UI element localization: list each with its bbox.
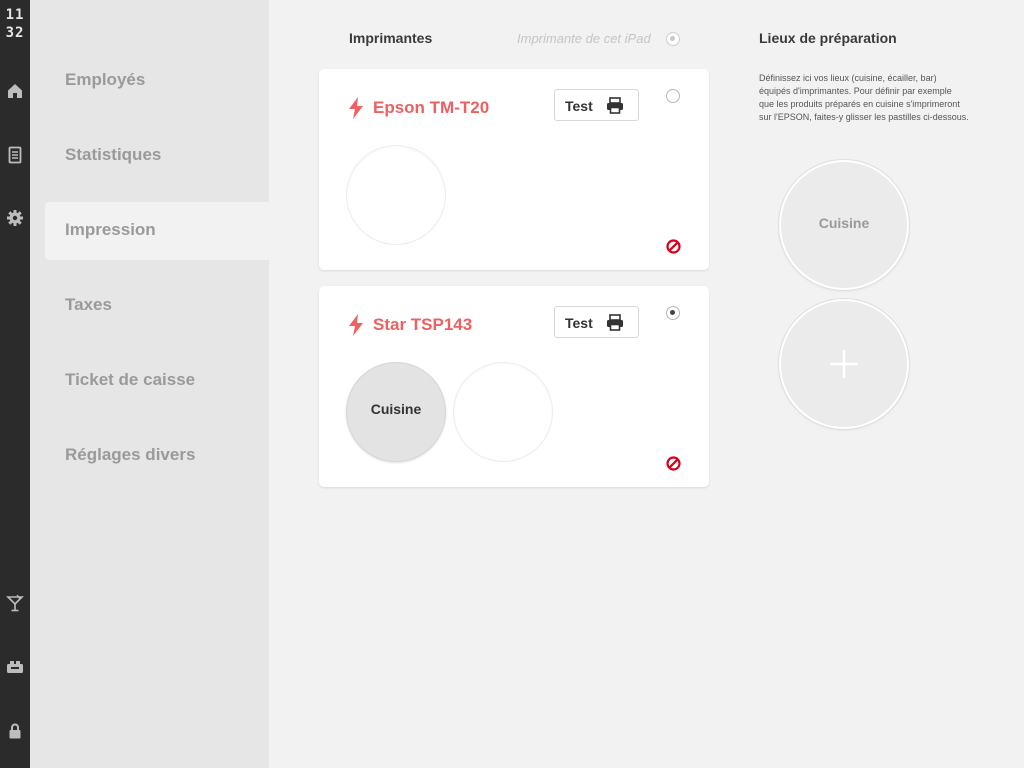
ipad-printer-label: Imprimante de cet iPad (517, 31, 651, 46)
lock-icon[interactable] (5, 721, 25, 741)
document-icon[interactable] (5, 145, 25, 165)
printer-name: Star TSP143 (373, 315, 473, 334)
location-puck-label: Cuisine (370, 401, 422, 417)
gear-icon[interactable] (5, 208, 25, 228)
clock: 11 32 (0, 6, 30, 42)
test-button-label: Test (565, 315, 593, 331)
main-content: Imprimantes Imprimante de cet iPad Epson… (269, 0, 1024, 768)
lightning-icon (347, 314, 365, 336)
printer-name: Epson TM-T20 (373, 98, 490, 117)
printer-card-epson: Epson TM-T20 Test (319, 69, 709, 270)
menu-item-taxes[interactable]: Taxes (65, 295, 112, 315)
cash-register-icon[interactable] (5, 657, 25, 677)
settings-menu: Employés Statistiques Impression Taxes T… (30, 0, 269, 768)
printers-title: Imprimantes (349, 30, 433, 46)
printer-icon (606, 314, 624, 331)
clock-hours: 11 (5, 7, 25, 23)
test-print-button[interactable]: Test (554, 89, 639, 121)
empty-location-slot[interactable] (346, 145, 446, 245)
empty-location-slot[interactable] (453, 362, 553, 462)
home-icon[interactable] (5, 81, 25, 101)
menu-item-statistiques[interactable]: Statistiques (65, 145, 161, 165)
menu-item-ticket-de-caisse[interactable]: Ticket de caisse (65, 370, 195, 390)
delete-printer-icon[interactable] (666, 239, 681, 254)
test-button-label: Test (565, 98, 593, 114)
printer-card-star: Star TSP143 Test Cuisine (319, 286, 709, 487)
menu-item-impression[interactable]: Impression (65, 220, 156, 240)
prep-location-label: Cuisine (818, 215, 870, 231)
menu-item-reglages-divers[interactable]: Réglages divers (65, 445, 195, 465)
printer-icon (606, 97, 624, 114)
cocktail-icon[interactable] (5, 593, 25, 613)
default-printer-radio[interactable] (666, 89, 680, 103)
default-printer-radio[interactable] (666, 306, 680, 320)
app-rail: 11 32 (0, 0, 30, 768)
prep-location-cuisine[interactable]: Cuisine (779, 160, 909, 290)
lightning-icon (347, 97, 365, 119)
add-location-button[interactable] (779, 299, 909, 429)
menu-item-employes[interactable]: Employés (65, 70, 145, 90)
clock-minutes: 32 (5, 25, 25, 41)
test-print-button[interactable]: Test (554, 306, 639, 338)
ipad-printer-radio[interactable] (666, 32, 680, 46)
prep-locations-description: Définissez ici vos lieux (cuisine, écail… (759, 73, 969, 122)
plus-icon (828, 348, 860, 380)
delete-printer-icon[interactable] (666, 456, 681, 471)
prep-locations-title: Lieux de préparation (759, 30, 897, 46)
location-puck-cuisine[interactable]: Cuisine (346, 362, 446, 462)
